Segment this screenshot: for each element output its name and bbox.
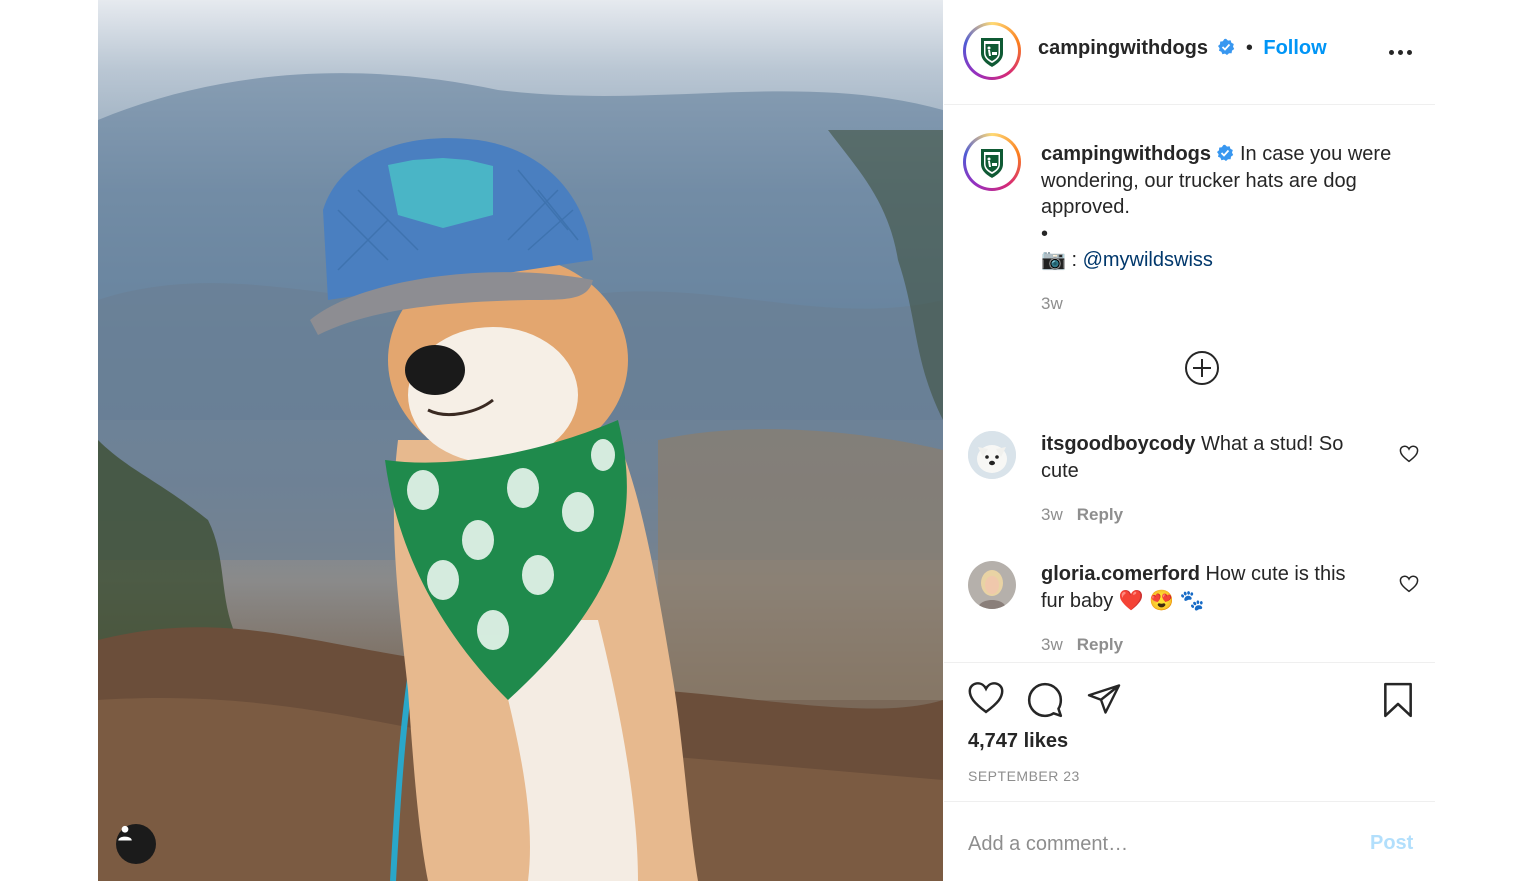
comment-username[interactable]: gloria.comerford — [1041, 563, 1200, 585]
verified-badge-icon — [1217, 144, 1234, 161]
user-icon — [118, 825, 132, 841]
more-options-icon[interactable] — [1389, 50, 1412, 55]
comment-meta: 3w Reply — [1041, 635, 1123, 655]
verified-badge-icon — [1218, 38, 1235, 55]
author-avatar[interactable] — [963, 22, 1021, 80]
mention-link[interactable]: @mywildswiss — [1083, 249, 1213, 271]
campingwithdogs-logo-icon — [971, 30, 1013, 72]
post-actions: 4,747 likes SEPTEMBER 23 — [944, 662, 1435, 802]
comment-like-heart-icon[interactable] — [1399, 575, 1419, 593]
commenter-avatar[interactable] — [968, 561, 1016, 609]
plus-circle-icon — [1185, 351, 1219, 385]
caption-body: campingwithdogs In case you were wonderi… — [1041, 141, 1411, 317]
comment-input[interactable] — [968, 829, 1338, 859]
tagged-users-button[interactable] — [116, 824, 156, 864]
comment-username[interactable]: itsgoodboycody — [1041, 433, 1195, 455]
comment-like-heart-icon[interactable] — [1399, 445, 1419, 463]
caption-author-avatar[interactable] — [963, 133, 1021, 191]
comment-body: gloria.comerford How cute is this fur ba… — [1041, 561, 1361, 614]
white-dog-avatar-icon — [968, 431, 1016, 479]
commenter-avatar[interactable] — [968, 431, 1016, 479]
comment-meta: 3w Reply — [1041, 505, 1123, 525]
post-sidebar: campingwithdogs • Follow campingwithdogs… — [944, 0, 1435, 881]
campingwithdogs-logo-icon — [971, 141, 1013, 183]
add-comment-area: Post — [944, 801, 1435, 881]
post-header: campingwithdogs • Follow — [944, 0, 1435, 105]
likes-count[interactable]: 4,747 likes — [968, 730, 1068, 753]
send-icon[interactable] — [1085, 681, 1123, 717]
load-more-comments-button[interactable] — [1184, 350, 1220, 391]
bookmark-icon[interactable] — [1381, 681, 1415, 719]
caption-timestamp[interactable]: 3w — [1041, 291, 1411, 318]
caption-username[interactable]: campingwithdogs — [1041, 143, 1211, 165]
post-image-illustration — [98, 73, 943, 881]
post-date[interactable]: SEPTEMBER 23 — [968, 768, 1080, 784]
reply-button[interactable]: Reply — [1077, 505, 1123, 524]
post-image[interactable] — [98, 0, 943, 881]
separator-dot: • — [1245, 37, 1253, 59]
comment-body: itsgoodboycody What a stud! So cute — [1041, 431, 1361, 484]
comment-timestamp[interactable]: 3w — [1041, 505, 1063, 524]
author-username[interactable]: campingwithdogs — [1038, 37, 1208, 59]
camera-credit: 📷 : — [1041, 249, 1083, 271]
comment-timestamp[interactable]: 3w — [1041, 635, 1063, 654]
reply-button[interactable]: Reply — [1077, 635, 1123, 654]
heart-icon[interactable] — [967, 681, 1005, 715]
post-comment-button[interactable]: Post — [1370, 832, 1413, 855]
follow-button[interactable]: Follow — [1263, 37, 1326, 59]
person-avatar-icon — [968, 561, 1016, 609]
comment-icon[interactable] — [1026, 681, 1064, 719]
caption-bullet: • — [1041, 222, 1049, 245]
